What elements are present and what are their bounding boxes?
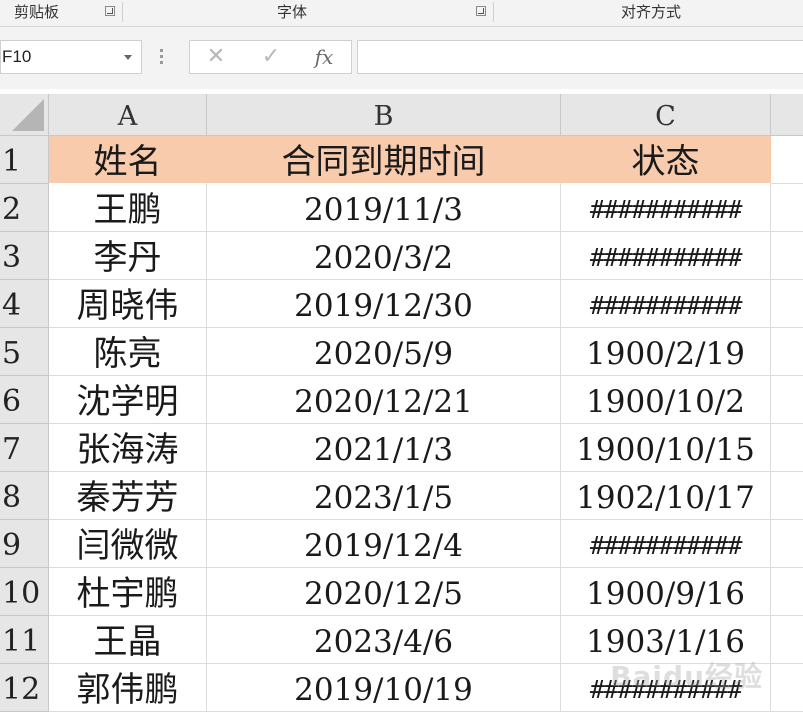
table-row: 9 闫微微 2019/12/4 ########### xyxy=(0,520,803,568)
table-row: 5 陈亮 2020/5/9 1900/2/19 xyxy=(0,328,803,376)
row-header[interactable]: 12 xyxy=(0,664,49,712)
cell-d10[interactable] xyxy=(771,568,803,616)
row-header[interactable]: 4 xyxy=(0,280,49,328)
cell-a11[interactable]: 王晶 xyxy=(49,616,207,664)
table-row: 4 周晓伟 2019/12/30 ########### xyxy=(0,280,803,328)
row-header[interactable]: 9 xyxy=(0,520,49,568)
cell-a6[interactable]: 沈学明 xyxy=(49,376,207,424)
column-header-a[interactable]: A xyxy=(49,94,207,136)
cell-b4[interactable]: 2019/12/30 xyxy=(207,280,561,328)
cell-a8[interactable]: 秦芳芳 xyxy=(49,472,207,520)
cell-d5[interactable] xyxy=(771,328,803,376)
formula-bar-resize-handle[interactable] xyxy=(160,47,164,67)
cell-d4[interactable] xyxy=(771,280,803,328)
cell-d3[interactable] xyxy=(771,232,803,280)
cell-b1[interactable]: 合同到期时间 xyxy=(207,136,561,184)
cell-a7[interactable]: 张海涛 xyxy=(49,424,207,472)
name-box-value: F10 xyxy=(2,47,32,66)
column-header-c[interactable]: C xyxy=(561,94,771,136)
formula-buttons: ✕ ✓ fx xyxy=(189,40,352,74)
cell-c7[interactable]: 1900/10/15 xyxy=(561,424,771,472)
cell-b10[interactable]: 2020/12/5 xyxy=(207,568,561,616)
ribbon-divider xyxy=(493,2,494,22)
cell-a4[interactable]: 周晓伟 xyxy=(49,280,207,328)
cell-a5[interactable]: 陈亮 xyxy=(49,328,207,376)
watermark: Baidu经验 xyxy=(610,660,763,693)
table-row: 10 杜宇鹏 2020/12/5 1900/9/16 xyxy=(0,568,803,616)
formula-input[interactable] xyxy=(357,40,803,74)
cancel-icon[interactable]: ✕ xyxy=(196,41,236,73)
table-row: 7 张海涛 2021/1/3 1900/10/15 xyxy=(0,424,803,472)
cell-c2[interactable]: ########### xyxy=(561,184,771,232)
table-row: 3 李丹 2020/3/2 ########### xyxy=(0,232,803,280)
row-header[interactable]: 11 xyxy=(0,616,49,664)
row-header[interactable]: 1 xyxy=(0,136,49,184)
row-header[interactable]: 7 xyxy=(0,424,49,472)
cell-d12[interactable] xyxy=(771,664,803,712)
row-header[interactable]: 8 xyxy=(0,472,49,520)
row-header[interactable]: 5 xyxy=(0,328,49,376)
ribbon-divider xyxy=(122,2,123,22)
select-all-button[interactable] xyxy=(0,94,49,136)
cell-c3[interactable]: ########### xyxy=(561,232,771,280)
cell-a9[interactable]: 闫微微 xyxy=(49,520,207,568)
clipboard-dialog-launcher-icon[interactable] xyxy=(105,6,115,16)
name-box[interactable]: F10 xyxy=(0,40,142,74)
cell-d9[interactable] xyxy=(771,520,803,568)
clipboard-group-label: 剪贴板 xyxy=(14,3,60,21)
cell-b2[interactable]: 2019/11/3 xyxy=(207,184,561,232)
table-row: 6 沈学明 2020/12/21 1900/10/2 xyxy=(0,376,803,424)
cell-d8[interactable] xyxy=(771,472,803,520)
cell-a3[interactable]: 李丹 xyxy=(49,232,207,280)
enter-check-icon[interactable]: ✓ xyxy=(251,41,291,73)
cell-b7[interactable]: 2021/1/3 xyxy=(207,424,561,472)
cell-a2[interactable]: 王鹏 xyxy=(49,184,207,232)
column-header-d-partial[interactable] xyxy=(771,94,803,136)
row-header[interactable]: 10 xyxy=(0,568,49,616)
insert-function-icon[interactable]: fx xyxy=(304,41,344,73)
cell-c1[interactable]: 状态 xyxy=(561,136,771,184)
header-row: 1 姓名 合同到期时间 状态 xyxy=(0,136,803,184)
cell-c4[interactable]: ########### xyxy=(561,280,771,328)
cell-d11[interactable] xyxy=(771,616,803,664)
row-header[interactable]: 2 xyxy=(0,184,49,232)
cell-c5[interactable]: 1900/2/19 xyxy=(561,328,771,376)
cell-c8[interactable]: 1902/10/17 xyxy=(561,472,771,520)
cell-d1[interactable] xyxy=(771,136,803,184)
cell-d7[interactable] xyxy=(771,424,803,472)
cell-a10[interactable]: 杜宇鹏 xyxy=(49,568,207,616)
formula-bar: F10 ✕ ✓ fx xyxy=(0,27,803,89)
cell-c10[interactable]: 1900/9/16 xyxy=(561,568,771,616)
cell-c9[interactable]: ########### xyxy=(561,520,771,568)
cell-b11[interactable]: 2023/4/6 xyxy=(207,616,561,664)
row-header[interactable]: 6 xyxy=(0,376,49,424)
cell-b6[interactable]: 2020/12/21 xyxy=(207,376,561,424)
table-row: 2 王鹏 2019/11/3 ########### xyxy=(0,184,803,232)
cell-b5[interactable]: 2020/5/9 xyxy=(207,328,561,376)
cell-b9[interactable]: 2019/12/4 xyxy=(207,520,561,568)
cell-b8[interactable]: 2023/1/5 xyxy=(207,472,561,520)
font-group-label: 字体 xyxy=(277,3,308,21)
ribbon-group-labels: 剪贴板 字体 对齐方式 xyxy=(0,0,803,27)
cell-d6[interactable] xyxy=(771,376,803,424)
cell-b12[interactable]: 2019/10/19 xyxy=(207,664,561,712)
row-header[interactable]: 3 xyxy=(0,232,49,280)
worksheet-grid: A B C 1 姓名 合同到期时间 状态 2 王鹏 2019/11/3 ###########… xyxy=(0,94,803,723)
cell-b3[interactable]: 2020/3/2 xyxy=(207,232,561,280)
cell-d2[interactable] xyxy=(771,184,803,232)
cell-a12[interactable]: 郭伟鹏 xyxy=(49,664,207,712)
cell-a1[interactable]: 姓名 xyxy=(49,136,207,184)
cell-c6[interactable]: 1900/10/2 xyxy=(561,376,771,424)
font-dialog-launcher-icon[interactable] xyxy=(476,6,486,16)
table-row: 8 秦芳芳 2023/1/5 1902/10/17 xyxy=(0,472,803,520)
column-header-b[interactable]: B xyxy=(207,94,561,136)
alignment-group-label: 对齐方式 xyxy=(621,3,682,21)
chevron-down-icon[interactable] xyxy=(124,55,132,60)
